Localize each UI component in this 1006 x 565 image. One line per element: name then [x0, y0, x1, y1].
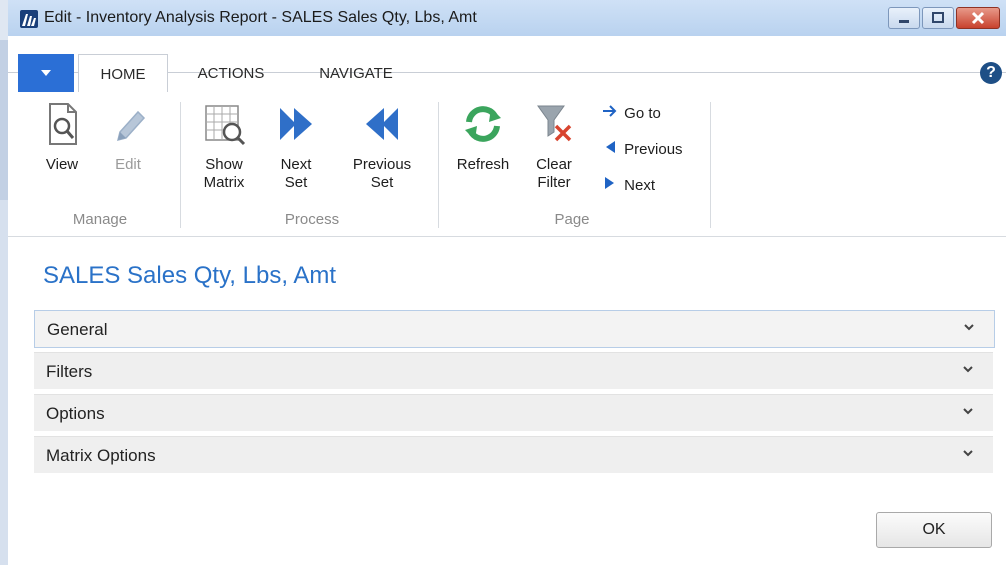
fasttab-label: Filters	[46, 362, 93, 381]
matrix-magnifier-icon	[200, 100, 248, 148]
clear-filter-icon	[530, 100, 578, 148]
fasttab-label: Options	[46, 404, 105, 423]
previous-set-label-1: Previous	[352, 156, 412, 173]
show-matrix-button[interactable]: Show Matrix	[198, 100, 250, 192]
previous-button[interactable]: Previous	[600, 140, 683, 162]
refresh-button[interactable]: Refresh	[448, 100, 518, 174]
double-arrow-right-icon	[276, 100, 316, 148]
fasttab-matrix-options[interactable]: Matrix Options	[34, 436, 993, 473]
triangle-right-icon	[600, 176, 620, 194]
tab-actions[interactable]: ACTIONS	[186, 54, 276, 92]
maximize-button[interactable]	[922, 7, 954, 29]
application-menu-button[interactable]	[18, 54, 74, 92]
fasttab-general[interactable]: General	[34, 310, 995, 348]
group-label-manage: Manage	[72, 211, 128, 228]
edit-label: Edit	[115, 156, 141, 173]
help-icon[interactable]: ?	[980, 62, 1002, 84]
window-controls	[888, 7, 1000, 29]
view-label: View	[45, 156, 79, 173]
title-bar[interactable]: Edit - Inventory Analysis Report - SALES…	[8, 0, 1006, 36]
goto-button[interactable]: Go to	[600, 104, 661, 126]
group-separator	[438, 102, 439, 228]
next-label: Next	[624, 177, 656, 194]
edit-window: Edit - Inventory Analysis Report - SALES…	[8, 0, 1006, 565]
previous-set-label-2: Set	[370, 174, 394, 191]
next-button[interactable]: Next	[600, 176, 655, 198]
group-page: Refresh Clear Filter Go to Previous Next…	[444, 92, 716, 234]
next-set-label-2: Set	[284, 174, 308, 191]
dynamics-nav-icon	[20, 10, 38, 28]
minimize-icon	[899, 20, 909, 23]
fasttab-label: Matrix Options	[46, 446, 156, 465]
clear-filter-label-1: Clear	[536, 156, 572, 173]
window-left-edge	[0, 0, 8, 565]
window-left-edge-band-lower	[0, 200, 8, 565]
triangle-left-icon	[600, 140, 620, 158]
goto-label: Go to	[624, 105, 661, 122]
clear-filter-label-2: Filter	[537, 174, 571, 191]
next-set-label-1: Next	[280, 156, 312, 173]
pencil-icon	[104, 100, 152, 148]
maximize-icon	[932, 12, 944, 23]
fasttab-filters[interactable]: Filters	[34, 352, 993, 389]
view-document-icon	[38, 100, 86, 148]
refresh-icon	[459, 100, 507, 148]
group-manage: View Edit Manage	[34, 92, 166, 234]
ribbon: View Edit Manage Show Matrix Next Set Pr…	[8, 92, 1006, 237]
previous-label: Previous	[624, 141, 683, 158]
caret-down-icon	[41, 70, 51, 76]
show-matrix-label-2: Matrix	[203, 174, 245, 191]
view-button[interactable]: View	[38, 100, 86, 174]
refresh-label: Refresh	[456, 156, 510, 173]
tab-home[interactable]: HOME	[78, 54, 168, 94]
group-label-page: Page	[554, 211, 590, 228]
chevron-down-icon[interactable]	[963, 364, 973, 374]
group-separator	[710, 102, 711, 228]
show-matrix-label-1: Show	[205, 156, 243, 173]
next-set-button[interactable]: Next Set	[276, 100, 316, 192]
window-title: Edit - Inventory Analysis Report - SALES…	[44, 9, 477, 26]
tab-navigate[interactable]: NAVIGATE	[296, 54, 416, 92]
chevron-down-icon[interactable]	[963, 406, 973, 416]
arrow-right-icon	[600, 104, 620, 122]
close-button[interactable]	[956, 7, 1000, 29]
clear-filter-button[interactable]: Clear Filter	[528, 100, 580, 192]
page-title: SALES Sales Qty, Lbs, Amt	[43, 262, 337, 289]
double-arrow-left-icon	[362, 100, 402, 148]
fasttab-options[interactable]: Options	[34, 394, 993, 431]
edit-button[interactable]: Edit	[104, 100, 152, 174]
fasttab-label: General	[47, 320, 108, 339]
chevron-down-icon[interactable]	[963, 448, 973, 458]
group-separator	[180, 102, 181, 228]
minimize-button[interactable]	[888, 7, 920, 29]
chevron-down-icon[interactable]	[964, 322, 974, 332]
group-process: Show Matrix Next Set Previous Set Proces…	[192, 92, 432, 234]
group-label-process: Process	[284, 211, 340, 228]
ok-button[interactable]: OK	[876, 512, 992, 548]
previous-set-button[interactable]: Previous Set	[340, 100, 424, 192]
close-icon	[971, 11, 985, 25]
